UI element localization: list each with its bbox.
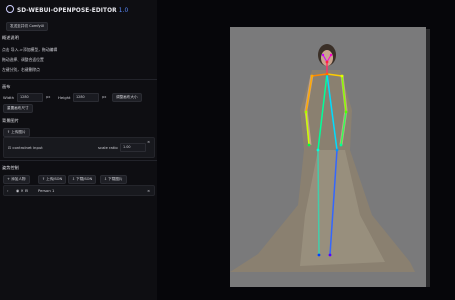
keypoint bbox=[328, 253, 332, 257]
keypoint bbox=[325, 60, 329, 64]
keypoint bbox=[307, 143, 311, 147]
keypoint bbox=[310, 74, 314, 78]
keypoint bbox=[339, 143, 343, 147]
keypoint bbox=[329, 53, 333, 57]
keypoint bbox=[321, 53, 325, 57]
keypoint bbox=[325, 72, 329, 76]
keypoint bbox=[316, 148, 320, 152]
keypoint bbox=[304, 110, 308, 114]
keypoint bbox=[317, 253, 321, 257]
keypoint bbox=[344, 110, 348, 114]
leg-left-bone bbox=[317, 149, 320, 256]
keypoint bbox=[335, 148, 339, 152]
keypoint bbox=[340, 74, 344, 78]
pose-figure[interactable] bbox=[0, 0, 455, 300]
